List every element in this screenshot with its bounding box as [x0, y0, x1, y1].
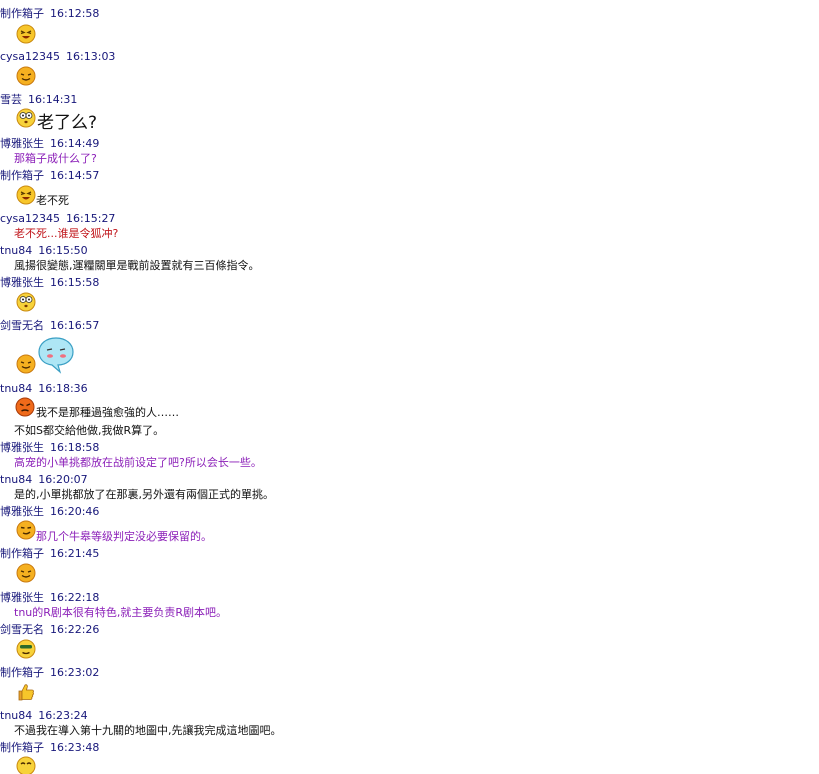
sender-name: cysa12345 — [0, 50, 61, 63]
message-text: 風揚很變態,運糧關單是戰前設置就有三百條指令。 — [14, 259, 260, 272]
squint-smile-icon — [16, 66, 36, 86]
timestamp: 16:14:49 — [50, 137, 100, 150]
sender-name: tnu84 — [0, 709, 33, 722]
timestamp: 16:15:50 — [38, 244, 88, 257]
message-header: tnu84 16:23:24 — [0, 709, 88, 723]
message-header: cysa12345 16:15:27 — [0, 212, 115, 226]
sender-name: cysa12345 — [0, 212, 61, 225]
message-header: 制作箱子 16:12:58 — [0, 7, 99, 21]
timestamp: 16:22:26 — [50, 623, 100, 636]
sender-name: 剑雪无名 — [0, 623, 44, 636]
timestamp: 16:13:03 — [66, 50, 116, 63]
message-header: 雪芸 16:14:31 — [0, 93, 77, 107]
message-header: 制作箱子 16:23:02 — [0, 666, 99, 680]
sender-name: 制作箱子 — [0, 666, 44, 679]
timestamp: 16:22:18 — [50, 591, 100, 604]
blue-bubble-face-icon — [38, 337, 74, 374]
message-header: cysa12345 16:13:03 — [0, 50, 115, 64]
sender-name: 雪芸 — [0, 93, 22, 106]
message-header: 博雅张生 16:15:58 — [0, 276, 99, 290]
message-text: 老不死 — [36, 194, 69, 207]
timestamp: 16:14:31 — [28, 93, 78, 106]
sender-name: 博雅张生 — [0, 276, 44, 289]
timestamp: 16:18:58 — [50, 441, 100, 454]
message-header: 剑雪无名 16:16:57 — [0, 319, 99, 333]
message-header: tnu84 16:15:50 — [0, 244, 88, 258]
message-text: tnu的R剧本很有特色,就主要负责R剧本吧。 — [14, 606, 228, 619]
squint-smile-icon — [16, 563, 36, 583]
timestamp: 16:23:02 — [50, 666, 100, 679]
sender-name: tnu84 — [0, 382, 33, 395]
message-header: tnu84 16:18:36 — [0, 382, 88, 396]
cool-face-icon — [16, 639, 36, 659]
timestamp: 16:14:57 — [50, 169, 100, 182]
message-header: 制作箱子 16:21:45 — [0, 547, 99, 561]
sender-name: 制作箱子 — [0, 169, 44, 182]
sender-name: 博雅张生 — [0, 137, 44, 150]
timestamp: 16:18:36 — [38, 382, 88, 395]
message-text: 是的,小單挑都放了在那裏,另外還有兩個正式的單挑。 — [14, 488, 274, 501]
message-header: 博雅张生 16:20:46 — [0, 505, 99, 519]
sender-name: 制作箱子 — [0, 7, 44, 20]
sender-name: 博雅张生 — [0, 441, 44, 454]
message-header: 博雅张生 16:18:58 — [0, 441, 99, 455]
sender-name: tnu84 — [0, 473, 33, 486]
thumbs-up-icon — [18, 684, 34, 701]
wide-eyes-icon — [16, 292, 36, 312]
sender-name: 博雅张生 — [0, 505, 44, 518]
message-text: 老不死...谁是令狐冲? — [14, 227, 119, 240]
message-text: 老了么? — [37, 113, 98, 133]
sender-name: 制作箱子 — [0, 547, 44, 560]
angry-face-icon — [15, 397, 35, 417]
happy-face-icon — [16, 756, 36, 774]
sender-name: 制作箱子 — [0, 741, 44, 754]
message-text: 我不是那種過強愈強的人…… — [36, 406, 179, 419]
message-text: 不如S都交給他做,我做R算了。 — [14, 424, 165, 437]
timestamp: 16:20:46 — [50, 505, 100, 518]
chat-log: 制作箱子 16:12:58 cysa12345 16:13:03 雪芸 16:14:3… — [0, 0, 819, 774]
sender-name: tnu84 — [0, 244, 33, 257]
timestamp: 16:15:58 — [50, 276, 100, 289]
timestamp: 16:15:27 — [66, 212, 116, 225]
message-header: 制作箱子 16:23:48 — [0, 741, 99, 755]
timestamp: 16:20:07 — [38, 473, 88, 486]
sender-name: 博雅张生 — [0, 591, 44, 604]
message-text: 那几个牛皋等级判定没必要保留的。 — [36, 530, 212, 543]
squint-smile-icon — [16, 354, 36, 374]
message-header: 制作箱子 16:14:57 — [0, 169, 99, 183]
timestamp: 16:23:24 — [38, 709, 88, 722]
message-header: 博雅张生 16:22:18 — [0, 591, 99, 605]
message-header: 博雅张生 16:14:49 — [0, 137, 99, 151]
timestamp: 16:21:45 — [50, 547, 100, 560]
timestamp: 16:16:57 — [50, 319, 100, 332]
timestamp: 16:12:58 — [50, 7, 100, 20]
message-header: tnu84 16:20:07 — [0, 473, 88, 487]
message-text: 高宠的小单挑都放在战前设定了吧?所以会长一些。 — [14, 456, 262, 469]
message-text: 那箱子成什么了? — [14, 152, 97, 165]
message-text: 不過我在導入第十九關的地圖中,先讓我完成這地圖吧。 — [14, 724, 282, 737]
message-header: 剑雪无名 16:22:26 — [0, 623, 99, 637]
timestamp: 16:23:48 — [50, 741, 100, 754]
laughing-face-icon — [16, 24, 36, 44]
laughing-face-icon — [16, 185, 36, 205]
wide-eyes-icon — [16, 108, 36, 128]
sender-name: 剑雪无名 — [0, 319, 44, 332]
smirk-face-icon — [16, 520, 36, 540]
